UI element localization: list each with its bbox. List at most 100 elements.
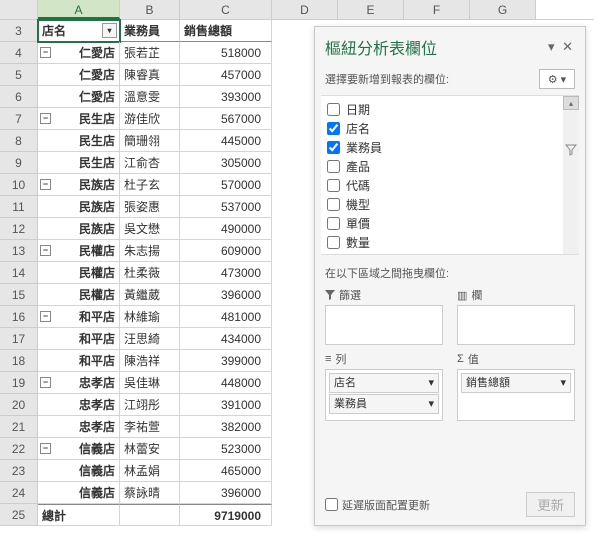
zone-item[interactable]: 銷售總額▾	[461, 373, 571, 393]
cell-store[interactable]: 和平店	[38, 350, 120, 372]
field-item[interactable]: 業務員	[323, 138, 577, 157]
cell[interactable]: 570000	[180, 174, 272, 196]
cell[interactable]: 吳佳琳	[120, 372, 180, 394]
cell-store[interactable]: 民權店	[38, 284, 120, 306]
cell[interactable]: 陳浩祥	[120, 350, 180, 372]
cell-total-label[interactable]: 總計	[38, 504, 120, 526]
cell-store[interactable]: −忠孝店	[38, 372, 120, 394]
collapse-icon[interactable]: −	[40, 47, 51, 58]
cell-store[interactable]: −民生店	[38, 108, 120, 130]
cell[interactable]: 銷售總額	[180, 20, 272, 42]
cell[interactable]: 396000	[180, 284, 272, 306]
cell-store[interactable]: −民族店	[38, 174, 120, 196]
cell-store[interactable]: 民生店	[38, 130, 120, 152]
cell-store[interactable]: −信義店	[38, 438, 120, 460]
row-header[interactable]: 14	[0, 262, 38, 284]
field-checkbox[interactable]	[327, 103, 340, 116]
pane-controls[interactable]: ▾ ✕	[548, 39, 575, 55]
cell-store-header[interactable]: 店名▾	[38, 20, 120, 42]
cell[interactable]: 林孟娟	[120, 460, 180, 482]
cell[interactable]: 490000	[180, 218, 272, 240]
cell-store[interactable]: −民權店	[38, 240, 120, 262]
cell[interactable]: 305000	[180, 152, 272, 174]
row-header[interactable]: 19	[0, 372, 38, 394]
col-header-g[interactable]: G	[470, 0, 536, 19]
cell[interactable]: 林蕾安	[120, 438, 180, 460]
cell-store[interactable]: −和平店	[38, 306, 120, 328]
cell[interactable]: 林維瑜	[120, 306, 180, 328]
cell[interactable]: 434000	[180, 328, 272, 350]
col-header-f[interactable]: F	[404, 0, 470, 19]
cell-store[interactable]: 民生店	[38, 152, 120, 174]
select-all-corner[interactable]	[0, 0, 38, 19]
col-header-d[interactable]: D	[272, 0, 338, 19]
field-item[interactable]: 數量	[323, 233, 577, 252]
cell[interactable]: 張姿惠	[120, 196, 180, 218]
row-header[interactable]: 4	[0, 42, 38, 64]
field-item[interactable]: 代碼	[323, 176, 577, 195]
cell-store[interactable]: 民族店	[38, 196, 120, 218]
defer-layout-checkbox[interactable]: 延遲版面配置更新	[325, 497, 430, 513]
cell[interactable]: 杜柔薇	[120, 262, 180, 284]
cell[interactable]: 382000	[180, 416, 272, 438]
columns-zone[interactable]	[457, 305, 575, 345]
cell[interactable]: 黃繼葳	[120, 284, 180, 306]
cell-store[interactable]: 仁愛店	[38, 86, 120, 108]
row-header[interactable]: 23	[0, 460, 38, 482]
filter-zone[interactable]	[325, 305, 443, 345]
row-header[interactable]: 9	[0, 152, 38, 174]
filter-icon[interactable]	[563, 142, 579, 158]
update-button[interactable]: 更新	[526, 492, 575, 517]
collapse-icon[interactable]: −	[40, 377, 51, 388]
cell[interactable]: 609000	[180, 240, 272, 262]
collapse-icon[interactable]: −	[40, 245, 51, 256]
cell[interactable]: 蔡詠晴	[120, 482, 180, 504]
field-item[interactable]: 產品	[323, 157, 577, 176]
cell[interactable]: 吳文懋	[120, 218, 180, 240]
field-item[interactable]: 日期	[323, 100, 577, 119]
field-item[interactable]: 機型	[323, 195, 577, 214]
field-checkbox[interactable]	[327, 122, 340, 135]
cell[interactable]: 396000	[180, 482, 272, 504]
chevron-down-icon[interactable]: ▾	[560, 374, 566, 392]
cell-store[interactable]: 信義店	[38, 460, 120, 482]
chevron-down-icon[interactable]: ▾	[428, 395, 434, 413]
row-header[interactable]: 21	[0, 416, 38, 438]
cell[interactable]: 業務員	[120, 20, 180, 42]
values-zone[interactable]: 銷售總額▾	[457, 369, 575, 421]
cell[interactable]: 481000	[180, 306, 272, 328]
rows-zone[interactable]: 店名▾業務員▾	[325, 369, 443, 421]
cell[interactable]: 杜子玄	[120, 174, 180, 196]
field-checkbox[interactable]	[327, 160, 340, 173]
cell[interactable]: 445000	[180, 130, 272, 152]
row-header[interactable]: 25	[0, 504, 38, 526]
field-checkbox[interactable]	[327, 179, 340, 192]
row-header[interactable]: 17	[0, 328, 38, 350]
cell[interactable]: 465000	[180, 460, 272, 482]
cell[interactable]: 朱志揚	[120, 240, 180, 262]
row-header[interactable]: 11	[0, 196, 38, 218]
cell[interactable]: 457000	[180, 64, 272, 86]
cell-store[interactable]: 民權店	[38, 262, 120, 284]
cell[interactable]: 李祐萱	[120, 416, 180, 438]
settings-button[interactable]: ⚙ ▾	[539, 69, 575, 89]
row-header[interactable]: 13	[0, 240, 38, 262]
row-header[interactable]: 16	[0, 306, 38, 328]
collapse-icon[interactable]: −	[40, 113, 51, 124]
cell-store[interactable]: 民族店	[38, 218, 120, 240]
cell[interactable]: 溫意雯	[120, 86, 180, 108]
cell[interactable]: 393000	[180, 86, 272, 108]
row-header[interactable]: 8	[0, 130, 38, 152]
row-header[interactable]: 15	[0, 284, 38, 306]
collapse-icon[interactable]: −	[40, 179, 51, 190]
field-item[interactable]: 單價	[323, 214, 577, 233]
defer-input[interactable]	[325, 498, 338, 511]
col-header-a[interactable]: A	[38, 0, 120, 19]
cell[interactable]: 448000	[180, 372, 272, 394]
field-item[interactable]: 店名	[323, 119, 577, 138]
cell[interactable]: 汪思綺	[120, 328, 180, 350]
cell[interactable]: 391000	[180, 394, 272, 416]
row-header[interactable]: 12	[0, 218, 38, 240]
row-header[interactable]: 20	[0, 394, 38, 416]
cell-store[interactable]: 和平店	[38, 328, 120, 350]
